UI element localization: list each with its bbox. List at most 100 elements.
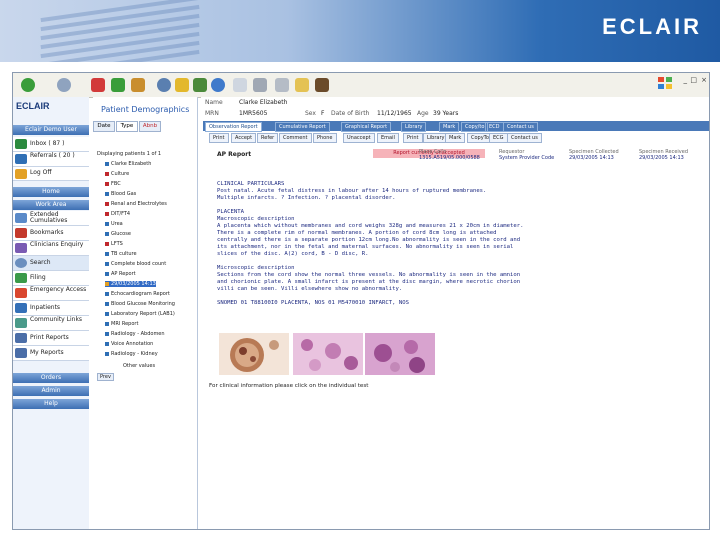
report-action-button[interactable]: Print — [403, 133, 423, 143]
forward-icon[interactable] — [57, 78, 71, 92]
nav-orders[interactable]: Orders — [13, 373, 89, 383]
report-action-button[interactable]: Print — [209, 133, 229, 143]
result-tree-item[interactable]: Glucose — [105, 231, 131, 237]
result-type-icon — [105, 261, 109, 266]
nav-community-links[interactable]: Community Links — [13, 316, 89, 331]
result-type-icon — [105, 301, 109, 306]
other-values-link[interactable]: Other values — [123, 363, 155, 369]
report-action-button[interactable]: Accept — [231, 133, 257, 143]
report-tab[interactable]: ECD — [485, 122, 504, 132]
report-tab[interactable]: Cumulative Report — [275, 122, 330, 132]
report-action-button[interactable]: Phone — [313, 133, 337, 143]
report-line: Macroscopic description — [217, 216, 295, 222]
result-tree-label: Renal and Electrolytes — [111, 201, 167, 207]
search-icon[interactable] — [157, 78, 171, 92]
history-icon[interactable] — [193, 78, 207, 92]
prev-button[interactable]: Prev — [97, 373, 114, 381]
nav-search[interactable]: Search — [13, 256, 89, 271]
tab-date[interactable]: Date — [93, 121, 115, 132]
result-tree-item[interactable]: MRI Report — [105, 321, 138, 327]
report-action-button[interactable]: ECG — [489, 133, 508, 143]
result-tree-label: DIT/FT4 — [111, 211, 131, 217]
nav-print-reports[interactable]: Print Reports — [13, 331, 89, 346]
report-action-button[interactable]: Unaccept — [343, 133, 375, 143]
stop-icon[interactable] — [91, 78, 105, 92]
search-icon — [15, 258, 27, 268]
result-tree-item[interactable]: Urea — [105, 221, 123, 227]
result-type-icon — [105, 281, 109, 286]
report-tab[interactable]: Graphical Report — [341, 122, 392, 132]
report-tabs: Observation Report Cumulative Report Graph… — [203, 121, 709, 132]
report-tab[interactable]: Library — [401, 122, 427, 132]
report-action-button[interactable]: Refer — [257, 133, 279, 143]
result-tree-item[interactable]: Laboratory Report (LAB1) — [105, 311, 175, 317]
nav-inpatients[interactable]: Inpatients — [13, 301, 89, 316]
specimen-column-value: 29/03/2005 14:13 — [639, 155, 684, 161]
result-tree-item[interactable]: FBC — [105, 181, 121, 187]
result-tree-item[interactable]: Blood Glucose Monitoring — [105, 301, 175, 307]
result-tree-item[interactable]: Complete blood count — [105, 261, 166, 267]
nav-logoff[interactable]: Log Off — [13, 167, 89, 181]
minimize-button[interactable]: _ — [684, 76, 688, 84]
report-tab[interactable]: Observation Report — [205, 122, 262, 132]
inpatients-icon — [15, 303, 27, 313]
result-tree-label: Blood Glucose Monitoring — [111, 301, 175, 307]
result-tree-label: TB culture — [111, 251, 137, 257]
report-tab[interactable]: Mark — [439, 122, 460, 132]
result-tree-item[interactable]: Blood Gas — [105, 191, 136, 197]
back-icon[interactable] — [21, 78, 35, 92]
home-icon[interactable] — [131, 78, 145, 92]
edit-icon[interactable] — [275, 78, 289, 92]
report-tab[interactable]: Contact us — [503, 122, 538, 132]
nav-my-reports[interactable]: My Reports — [13, 346, 89, 361]
result-tree-item[interactable]: LFTS — [105, 241, 123, 247]
tab-type[interactable]: Type — [116, 121, 138, 132]
result-tree-item[interactable]: Voice Annotation — [105, 341, 153, 347]
result-tree-item[interactable]: Radiology - Abdomen — [105, 331, 165, 337]
mail-icon[interactable] — [233, 78, 247, 92]
maximize-button[interactable]: □ — [690, 76, 697, 84]
mrn-label: MRN — [205, 110, 219, 117]
result-type-icon — [105, 201, 109, 206]
close-button[interactable]: × — [701, 76, 707, 84]
print-icon[interactable] — [253, 78, 267, 92]
nav-home[interactable]: Home — [13, 187, 89, 197]
folder-icon[interactable] — [295, 78, 309, 92]
nav-extended-cumulatives[interactable]: Extended Cumulatives — [13, 211, 89, 226]
nav-filing[interactable]: Filing — [13, 271, 89, 286]
book-icon[interactable] — [315, 78, 329, 92]
refresh-icon[interactable] — [111, 78, 125, 92]
result-type-icon — [105, 331, 109, 336]
emergency-icon — [15, 288, 27, 298]
report-action-button[interactable]: Comment — [279, 133, 312, 143]
nav-admin[interactable]: Admin — [13, 386, 89, 396]
result-tree-item[interactable]: Radiology - Kidney — [105, 351, 158, 357]
result-tree-item[interactable]: Renal and Electrolytes — [105, 201, 167, 207]
report-line: Microscopic description — [217, 265, 295, 271]
nav-referrals[interactable]: Referrals ( 20 ) — [13, 152, 89, 167]
tab-abnb[interactable]: Abnb — [139, 121, 161, 132]
nav-clinicians-enquiry[interactable]: Clinicians Enquiry — [13, 241, 89, 256]
result-tree-item[interactable]: 29/03/2005 14:13 — [105, 281, 156, 287]
nav-inbox[interactable]: Inbox ( 87 ) — [13, 137, 89, 152]
result-tree-item[interactable]: Culture — [105, 171, 129, 177]
nav-help[interactable]: Help — [13, 399, 89, 409]
result-tree-item[interactable]: TB culture — [105, 251, 137, 257]
enquiry-icon — [15, 243, 27, 253]
report-action-button[interactable]: Email — [377, 133, 399, 143]
result-tree-item[interactable]: DIT/FT4 — [105, 211, 130, 217]
report-action-button[interactable]: Contact us — [507, 133, 542, 143]
result-tree-label: LFTS — [111, 241, 123, 247]
favorites-icon[interactable] — [175, 78, 189, 92]
cumulatives-icon — [15, 213, 27, 223]
result-type-icon — [105, 341, 109, 346]
globe-icon[interactable] — [211, 78, 225, 92]
report-action-button[interactable]: Mark — [445, 133, 466, 143]
nav-emergency-access[interactable]: Emergency Access — [13, 286, 89, 301]
result-tree-item[interactable]: AP Report — [105, 271, 136, 277]
result-type-icon — [105, 271, 109, 276]
result-tree-item[interactable]: Echocardiogram Report — [105, 291, 170, 297]
nav-bookmarks[interactable]: Bookmarks — [13, 226, 89, 241]
report-line: and chorionic plate. A small infarct is … — [217, 279, 521, 285]
result-tree-item[interactable]: Clarke Elizabeth — [105, 161, 151, 167]
